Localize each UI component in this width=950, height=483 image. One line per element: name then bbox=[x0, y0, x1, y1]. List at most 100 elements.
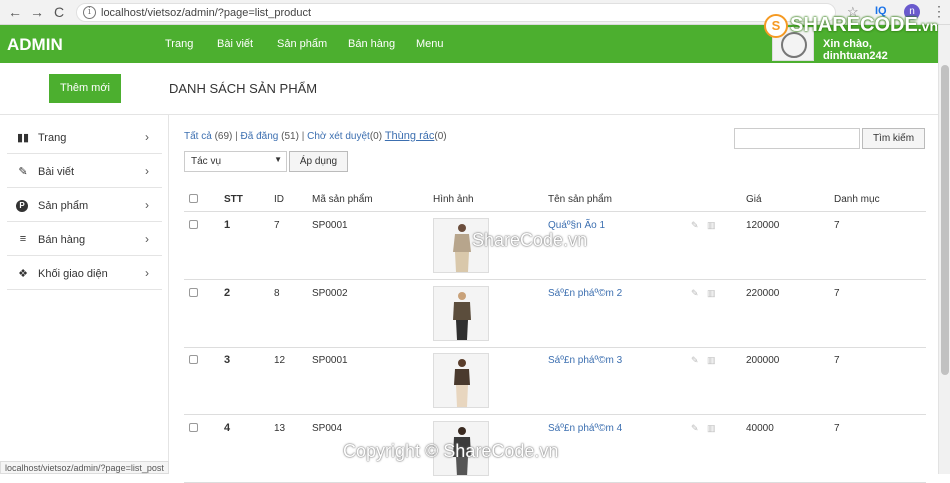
product-image bbox=[433, 353, 489, 408]
row-id: 13 bbox=[274, 423, 286, 434]
row-category: 7 bbox=[834, 355, 840, 366]
sidebar-item-ban-hang[interactable]: ≡ Bán hàng › bbox=[7, 222, 162, 256]
info-icon[interactable]: i bbox=[83, 6, 96, 19]
table-row: 4 13 SP004 Sáº£n pháº©m 4 ✎ ▥ 40000 7 bbox=[184, 415, 926, 483]
page-scrollbar[interactable] bbox=[938, 25, 950, 474]
url-text[interactable]: localhost/vietsoz/admin/?page=list_produ… bbox=[101, 7, 311, 19]
cubes-icon: ❖ bbox=[18, 268, 28, 280]
col-image: Hình ảnh bbox=[433, 194, 474, 205]
row-id: 12 bbox=[274, 355, 286, 366]
edit-icon: ✎ bbox=[18, 166, 28, 178]
row-category: 7 bbox=[834, 288, 840, 299]
product-name-link[interactable]: Quáº§n Ão 1 bbox=[548, 220, 605, 231]
edit-icon[interactable]: ✎ bbox=[691, 288, 699, 299]
apply-button[interactable]: Áp dụng bbox=[289, 151, 348, 172]
row-code: SP004 bbox=[312, 423, 343, 434]
filter-pending[interactable]: Chờ xét duyệt bbox=[307, 131, 370, 142]
delete-icon[interactable]: ▥ bbox=[707, 220, 716, 231]
bulk-action-select[interactable]: Tác vụ ▼ bbox=[184, 151, 287, 172]
address-bar[interactable]: i localhost/vietsoz/admin/?page=list_pro… bbox=[76, 3, 836, 22]
sidebar-item-label: Khối giao diện bbox=[38, 268, 108, 280]
row-code: SP0002 bbox=[312, 288, 348, 299]
filter-published-count: (51) bbox=[281, 131, 299, 142]
delete-icon[interactable]: ▥ bbox=[707, 355, 716, 366]
row-code: SP0001 bbox=[312, 355, 348, 366]
row-id: 8 bbox=[274, 288, 280, 299]
sidebar-item-label: Bài viết bbox=[38, 166, 75, 178]
sidebar-item-trang[interactable]: ▮▮ Trang › bbox=[7, 120, 162, 154]
add-new-button[interactable]: Thêm mới bbox=[49, 74, 121, 103]
product-name-link[interactable]: Sáº£n pháº©m 2 bbox=[548, 288, 622, 299]
chevron-right-icon: › bbox=[145, 266, 149, 280]
sidebar-item-bai-viet[interactable]: ✎ Bài viết › bbox=[7, 154, 162, 188]
database-icon: ≡ bbox=[19, 233, 27, 245]
filter-separator: | bbox=[235, 131, 238, 142]
row-stt: 4 bbox=[224, 422, 231, 434]
filter-all[interactable]: Tất cả bbox=[184, 131, 212, 142]
sharecode-logo-suffix: .vn bbox=[917, 18, 939, 34]
bulk-action-value: Tác vụ bbox=[191, 156, 222, 167]
reload-button[interactable]: C bbox=[50, 4, 68, 20]
edit-icon[interactable]: ✎ bbox=[691, 355, 699, 366]
row-price: 220000 bbox=[746, 288, 780, 299]
search-button[interactable]: Tìm kiếm bbox=[862, 128, 925, 149]
row-category: 7 bbox=[834, 423, 840, 434]
product-image bbox=[433, 218, 489, 273]
table-header: STT ID Mã sản phẩm Hình ảnh Tên sản phẩm… bbox=[184, 186, 926, 212]
sidebar: ▮▮ Trang › ✎ Bài viết › P Sản phẩm › ≡ B… bbox=[0, 115, 169, 474]
row-stt: 1 bbox=[224, 219, 231, 231]
col-category: Danh mục bbox=[834, 194, 880, 205]
nav-item-menu[interactable]: Menu bbox=[416, 38, 444, 50]
sidebar-item-san-pham[interactable]: P Sản phẩm › bbox=[7, 188, 162, 222]
row-checkbox[interactable] bbox=[189, 288, 198, 297]
sidebar-item-label: Sản phẩm bbox=[38, 200, 89, 212]
nav-item-bai-viet[interactable]: Bài viết bbox=[217, 38, 253, 50]
back-button[interactable]: ← bbox=[6, 4, 24, 20]
col-stt: STT bbox=[224, 194, 243, 205]
sharecode-logo-icon: S bbox=[764, 14, 788, 38]
row-checkbox[interactable] bbox=[189, 355, 198, 364]
row-price: 120000 bbox=[746, 220, 780, 231]
sidebar-item-khoi-giao-dien[interactable]: ❖ Khối giao diện › bbox=[7, 256, 162, 290]
table-row: 1 7 SP0001 Quáº§n Ão 1 ✎ ▥ 120000 7 bbox=[184, 212, 926, 280]
row-checkbox[interactable] bbox=[189, 423, 198, 432]
select-all-checkbox[interactable] bbox=[189, 194, 198, 203]
scrollbar-thumb[interactable] bbox=[941, 65, 949, 375]
product-name-link[interactable]: Sáº£n pháº©m 3 bbox=[548, 355, 622, 366]
delete-icon[interactable]: ▥ bbox=[707, 288, 716, 299]
product-image bbox=[433, 421, 489, 476]
map-icon: ▮▮ bbox=[16, 132, 30, 144]
search-input[interactable] bbox=[734, 128, 860, 149]
col-code: Mã sản phẩm bbox=[312, 194, 373, 205]
chevron-right-icon: › bbox=[145, 198, 149, 212]
brand-logo[interactable]: ADMIN bbox=[7, 35, 63, 55]
sidebar-item-label: Trang bbox=[38, 132, 67, 144]
sidebar-item-label: Bán hàng bbox=[38, 234, 86, 246]
filter-trash-count: (0) bbox=[434, 131, 447, 142]
user-greeting[interactable]: Xin chào, dinhtuan242 bbox=[823, 38, 938, 62]
forward-button[interactable]: → bbox=[28, 4, 46, 20]
filter-trash[interactable]: Thùng rác bbox=[385, 130, 435, 142]
chevron-right-icon: › bbox=[145, 232, 149, 246]
nav-item-trang[interactable]: Trang bbox=[165, 38, 193, 50]
product-icon: P bbox=[16, 200, 28, 212]
filter-pending-count: (0) bbox=[369, 131, 383, 142]
status-bar-url: localhost/vietsoz/admin/?page=list_post bbox=[0, 461, 169, 474]
product-name-link[interactable]: Sáº£n pháº©m 4 bbox=[548, 423, 622, 434]
col-price: Giá bbox=[746, 194, 762, 205]
filter-published[interactable]: Đã đăng bbox=[241, 131, 279, 142]
row-stt: 2 bbox=[224, 287, 231, 299]
edit-icon[interactable]: ✎ bbox=[691, 423, 699, 434]
row-price: 200000 bbox=[746, 355, 780, 366]
table-row: 2 8 SP0002 Sáº£n pháº©m 2 ✎ ▥ 220000 7 bbox=[184, 280, 926, 348]
edit-icon[interactable]: ✎ bbox=[691, 220, 699, 231]
row-category: 7 bbox=[834, 220, 840, 231]
filter-separator: | bbox=[301, 131, 305, 142]
col-id: ID bbox=[274, 194, 284, 205]
row-checkbox[interactable] bbox=[189, 220, 198, 229]
row-id: 7 bbox=[274, 220, 280, 231]
delete-icon[interactable]: ▥ bbox=[707, 423, 716, 434]
filter-all-count: (69) bbox=[214, 131, 233, 142]
nav-item-san-pham[interactable]: Sản phẩm bbox=[277, 38, 327, 50]
nav-item-ban-hang[interactable]: Bán hàng bbox=[348, 38, 395, 50]
